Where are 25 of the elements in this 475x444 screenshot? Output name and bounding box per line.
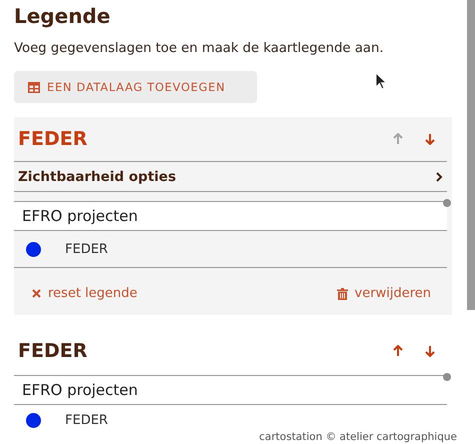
legend-title: Legende: [14, 3, 112, 29]
move-down-icon[interactable]: [425, 133, 435, 145]
handle-icon[interactable]: [443, 373, 451, 381]
chevron-icon: [436, 172, 443, 182]
table-icon: [28, 82, 40, 92]
legend-label: FEDER: [65, 242, 108, 256]
close-icon: [32, 289, 41, 298]
move-down-icon[interactable]: [425, 345, 435, 357]
add-layer-button[interactable]: EEN DATALAAG TOEVOEGEN: [14, 71, 257, 103]
footer-credit: cartostation © atelier cartographique: [257, 430, 459, 444]
trash-icon: [336, 288, 348, 300]
layer-name-field[interactable]: EFRO projecten: [14, 201, 447, 231]
move-up-icon[interactable]: [393, 345, 403, 357]
visibility-options-row[interactable]: Zichtbaarheid opties: [14, 161, 447, 192]
layer-title: FEDER: [18, 128, 88, 150]
move-up-icon[interactable]: [393, 133, 403, 145]
handle-icon[interactable]: [443, 199, 451, 207]
legend-label: FEDER: [65, 412, 108, 428]
layer-title: FEDER: [18, 340, 88, 362]
description: Voeg gegevenslagen toe en maak de kaartlegende aan.: [14, 40, 385, 58]
delete-link[interactable]: verwijderen: [336, 286, 431, 301]
reset-legend-link[interactable]: reset legende: [32, 286, 138, 301]
layer-name-field[interactable]: EFRO projecten: [14, 375, 447, 405]
scrollbar[interactable]: [467, 0, 475, 310]
cursor-icon: [375, 72, 387, 90]
